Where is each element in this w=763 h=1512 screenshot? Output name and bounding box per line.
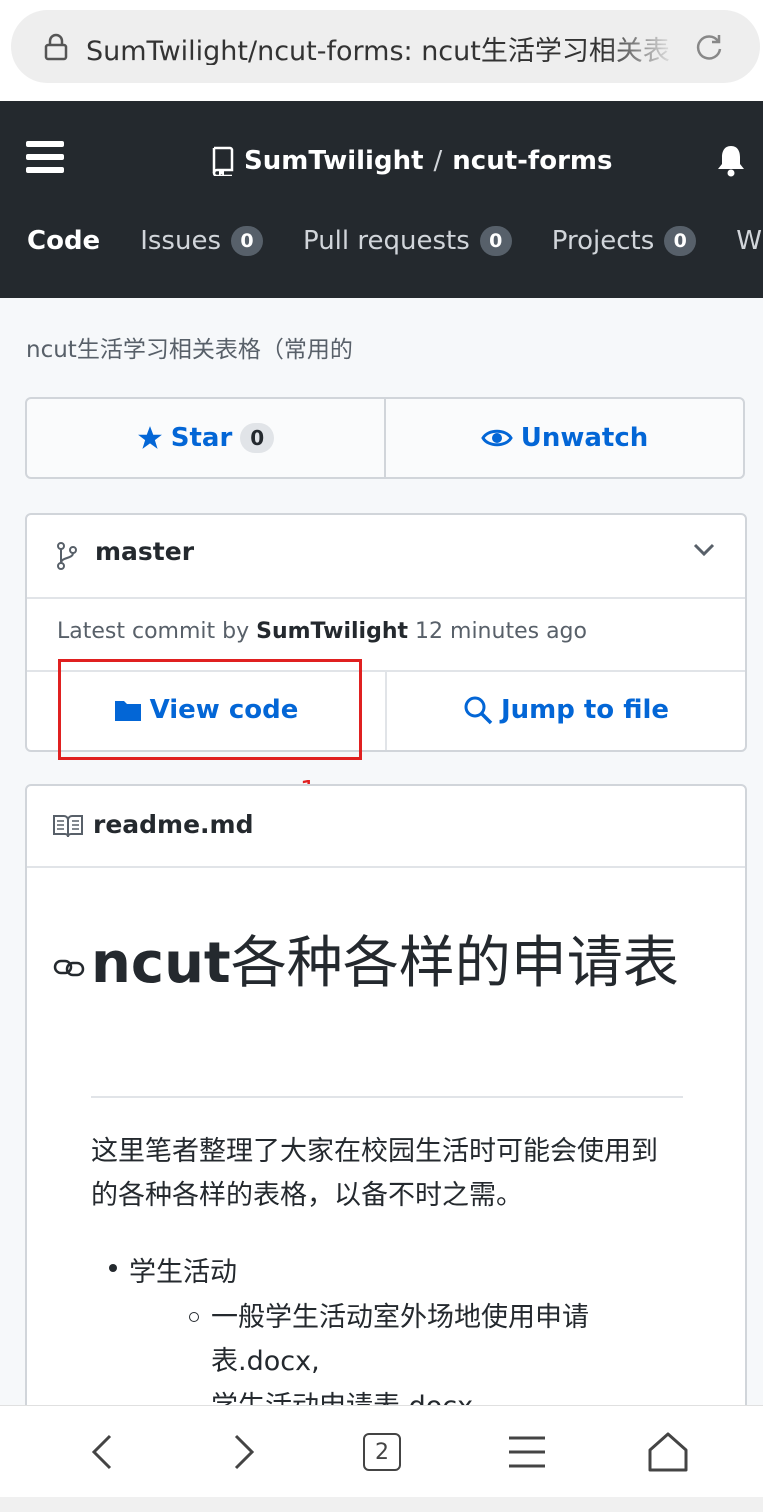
jump-to-file-label: Jump to file	[500, 695, 670, 725]
jump-to-file-button[interactable]: Jump to file	[385, 670, 745, 750]
git-branch-icon	[57, 542, 77, 570]
star-count: 0	[240, 423, 275, 453]
readme-box: readme.md ncut各种各样的申请表 这里笔者整理了大家在校园生活时可能…	[25, 784, 747, 1405]
list-item: 学生活动	[109, 1250, 237, 1289]
commit-prefix: Latest commit by	[57, 619, 250, 644]
repo-owner-link[interactable]: SumTwilight	[244, 146, 424, 176]
repo-description: ncut生活学习相关表格（常用的	[26, 337, 353, 363]
address-bar[interactable]: SumTwilight/ncut-forms: ncut生活学习相关表	[11, 10, 760, 83]
home-icon[interactable]	[646, 1430, 690, 1474]
pull-requests-counter: 0	[479, 226, 512, 256]
repo-separator: /	[433, 146, 443, 176]
url-text[interactable]: SumTwilight/ncut-forms: ncut生活学习相关表	[86, 29, 676, 65]
unwatch-label: Unwatch	[520, 423, 649, 453]
readme-header: readme.md	[27, 786, 745, 868]
annotation-box	[58, 659, 362, 760]
repo-title: SumTwilight / ncut-forms	[212, 141, 613, 181]
browser-bottom-nav: 2	[0, 1405, 763, 1498]
tab-code[interactable]: Code	[27, 226, 100, 256]
chevron-down-icon	[693, 543, 715, 557]
star-label: Star	[170, 423, 233, 453]
menu-icon[interactable]	[26, 141, 64, 175]
unwatch-button[interactable]: Unwatch	[384, 399, 743, 477]
reload-icon[interactable]	[694, 32, 724, 62]
sub-list-item[interactable]: 一般学生活动室外场地使用申请表.docx,	[189, 1296, 641, 1384]
lock-icon	[44, 33, 68, 61]
issues-counter: 0	[230, 226, 263, 256]
sub-list-item[interactable]: 学生活动申请表.docx	[211, 1384, 473, 1405]
main-content: ncut生活学习相关表格（常用的 Star 0 Unwatch master L…	[0, 298, 763, 1405]
tab-projects[interactable]: Projects 0	[552, 226, 697, 256]
tabs-button[interactable]: 2	[363, 1433, 401, 1471]
gesture-bar	[0, 1497, 763, 1512]
back-icon[interactable]	[80, 1430, 124, 1474]
tab-pull-requests[interactable]: Pull requests 0	[303, 226, 512, 256]
readme-heading: ncut各种各样的申请表	[91, 931, 679, 996]
star-icon	[137, 426, 162, 449]
projects-counter: 0	[664, 226, 697, 256]
menu-icon[interactable]	[505, 1430, 549, 1474]
browser-toolbar: SumTwilight/ncut-forms: ncut生活学习相关表	[0, 0, 763, 101]
link-icon[interactable]	[53, 956, 85, 980]
readme-filename: readme.md	[93, 810, 254, 839]
heading-divider	[91, 1096, 683, 1098]
readme-paragraph: 这里笔者整理了大家在校园生活时可能会使用到的各种各样的表格，以备不时之需。	[91, 1136, 658, 1211]
tab-wiki[interactable]: Wiki	[736, 226, 763, 256]
book-open-icon	[53, 815, 83, 838]
branch-selector[interactable]: master	[27, 515, 745, 599]
bell-icon[interactable]	[716, 143, 746, 177]
forward-icon[interactable]	[222, 1430, 266, 1474]
repo-actions: Star 0 Unwatch	[25, 397, 745, 479]
github-header: SumTwilight / ncut-forms Code Issues 0 Pu…	[0, 101, 763, 298]
tab-issues[interactable]: Issues 0	[140, 226, 263, 256]
commit-time: 12 minutes ago	[415, 619, 587, 644]
repo-tabs: Code Issues0 Pull requests0 Projects0 Wi…	[27, 226, 763, 256]
branch-name: master	[95, 537, 195, 566]
repo-icon	[212, 146, 234, 176]
star-button[interactable]: Star 0	[27, 399, 384, 477]
search-icon	[464, 696, 493, 725]
eye-icon	[481, 429, 513, 447]
commit-author[interactable]: SumTwilight	[256, 619, 408, 644]
repo-name-link[interactable]: ncut-forms	[452, 146, 612, 176]
tab-count: 2	[375, 1439, 389, 1465]
